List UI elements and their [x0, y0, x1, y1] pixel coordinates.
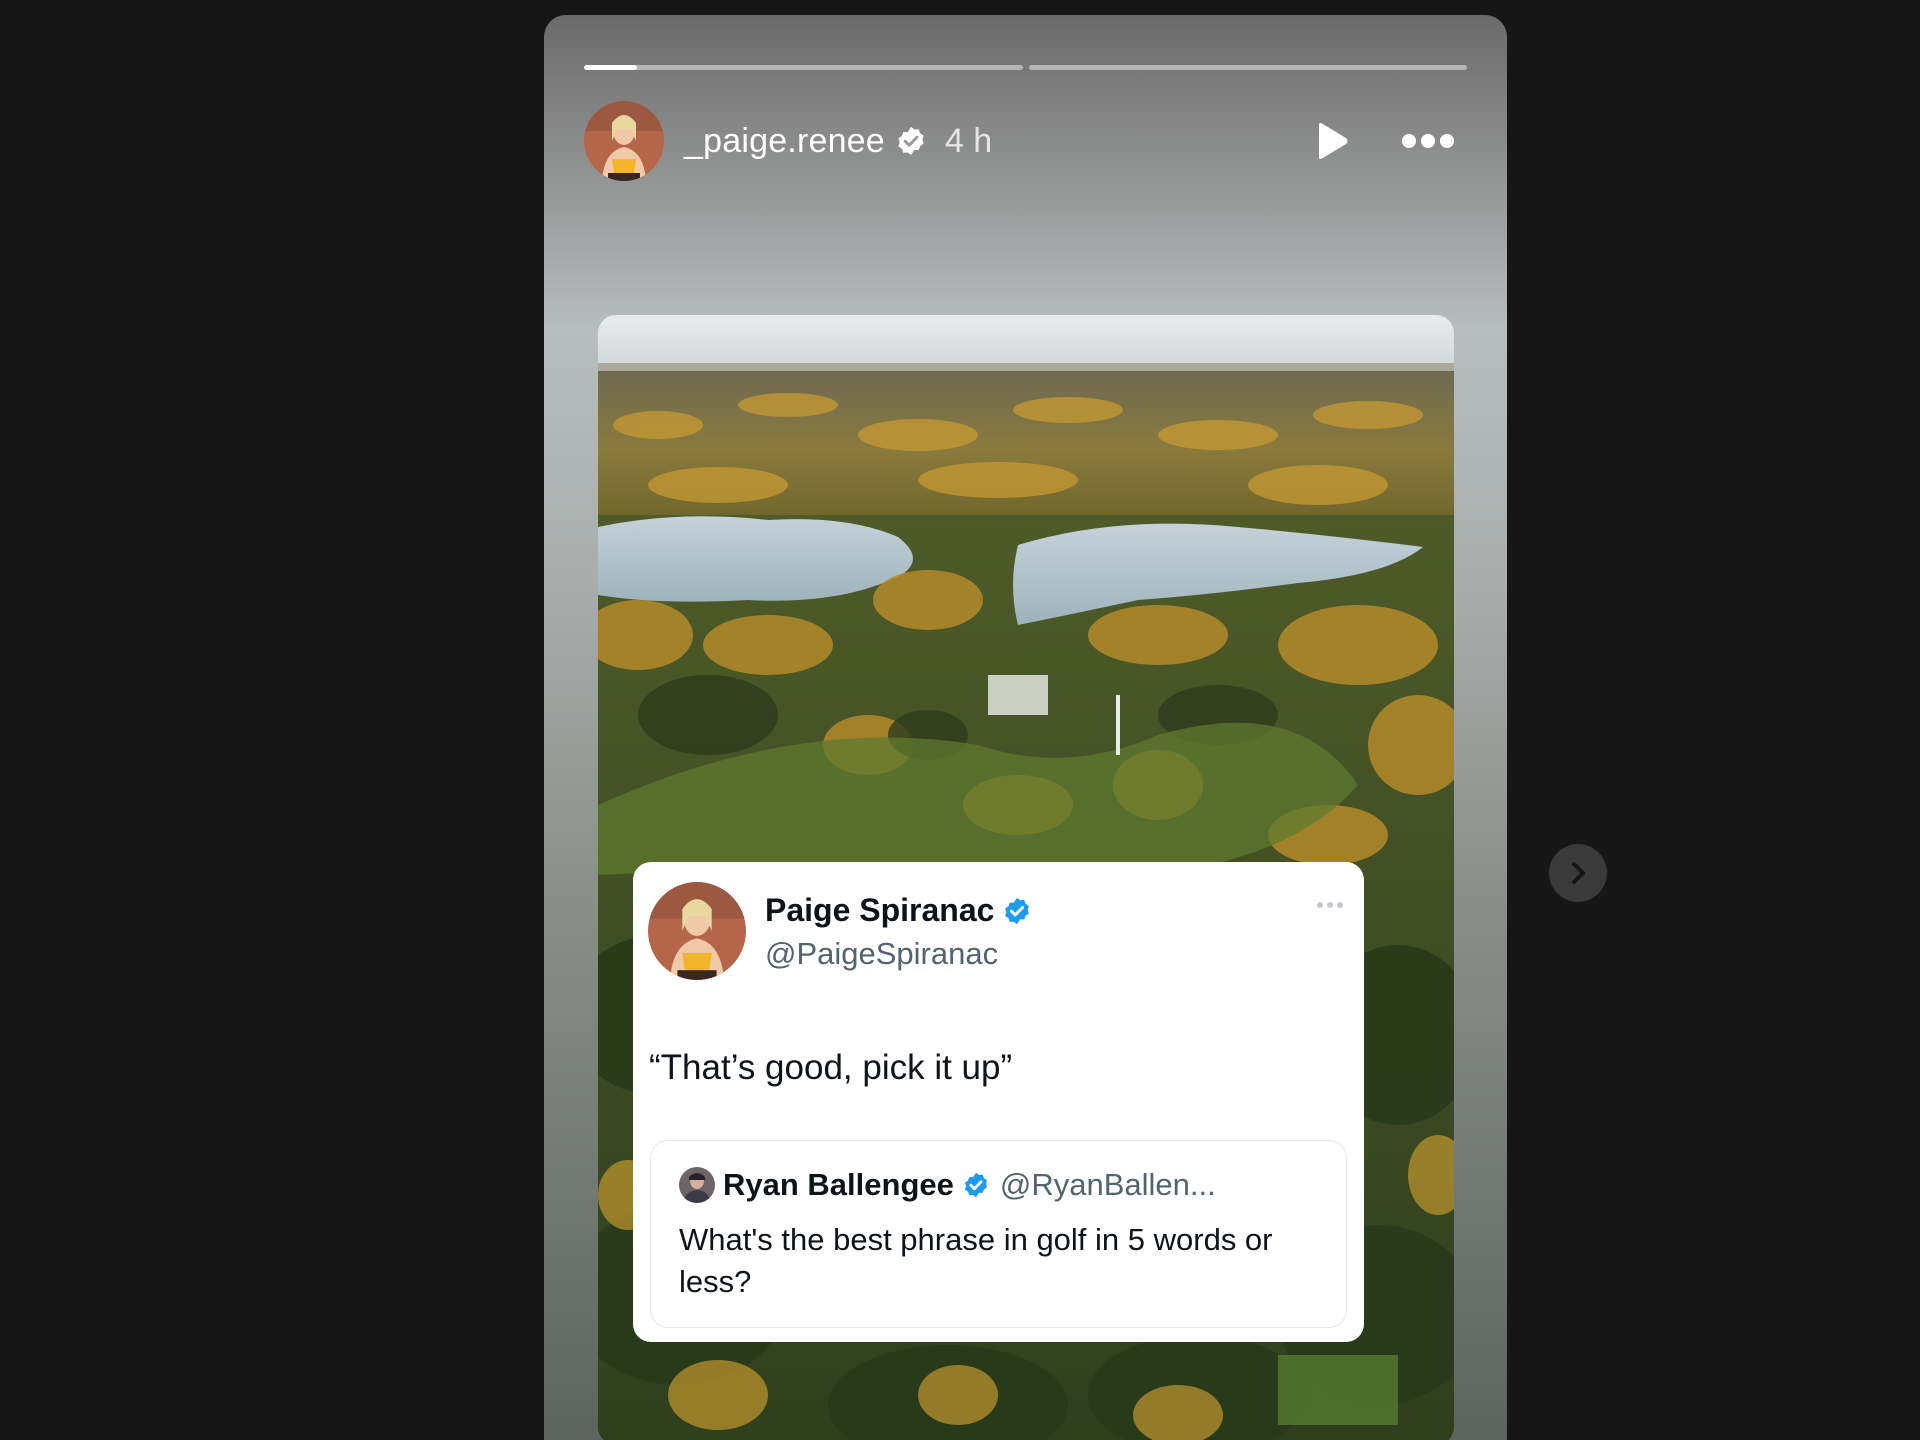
- progress-segment-2: [1028, 65, 1467, 70]
- story-username[interactable]: _paige.renee: [684, 122, 885, 161]
- quoted-tweet-text: What's the best phrase in golf in 5 word…: [679, 1222, 1273, 1299]
- quoted-author-handle: @RyanBallen...: [999, 1167, 1216, 1202]
- next-story-button[interactable]: [1549, 844, 1607, 902]
- tweet-text: “That’s good, pick it up”: [649, 1048, 1013, 1087]
- story-progress-bar: [584, 65, 1467, 70]
- progress-segment-1: [584, 65, 1023, 70]
- avatar[interactable]: [584, 101, 664, 181]
- quoted-author-name: Ryan Ballengee: [723, 1167, 954, 1202]
- more-options-icon[interactable]: [1401, 131, 1455, 151]
- quoted-author-avatar[interactable]: [679, 1167, 715, 1203]
- chevron-right-icon: [1572, 862, 1585, 884]
- story-header: _paige.renee 4 h: [584, 101, 1455, 181]
- tweet-author-handle[interactable]: @PaigeSpiranac: [765, 936, 998, 972]
- verified-badge-icon: [1005, 897, 1030, 924]
- story-viewer[interactable]: _paige.renee 4 h Paige Spiranac @PaigeSp…: [544, 15, 1507, 1440]
- verified-badge-icon: [964, 1172, 987, 1198]
- tweet-author-name-text: Paige Spiranac: [765, 892, 995, 928]
- tweet-author-avatar[interactable]: [648, 882, 746, 980]
- tweet-card[interactable]: Paige Spiranac @PaigeSpiranac “That’s go…: [633, 862, 1364, 1342]
- quoted-tweet-header: Ryan Ballengee @RyanBallen...: [679, 1167, 1216, 1203]
- play-icon[interactable]: [1311, 121, 1351, 161]
- verified-badge-icon: [898, 127, 924, 155]
- tweet-author-name[interactable]: Paige Spiranac: [765, 892, 1032, 929]
- story-timestamp: 4 h: [944, 121, 993, 160]
- story-media: Paige Spiranac @PaigeSpiranac “That’s go…: [598, 315, 1454, 1440]
- tweet-more-icon[interactable]: [1316, 900, 1344, 910]
- quoted-tweet[interactable]: Ryan Ballengee @RyanBallen... What's the…: [650, 1140, 1347, 1328]
